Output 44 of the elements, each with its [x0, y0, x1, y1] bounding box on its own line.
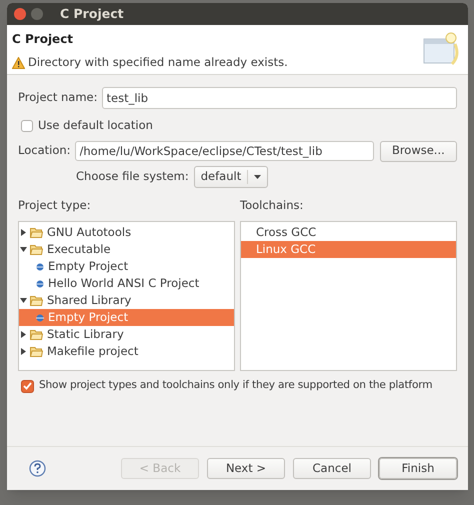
folder-icon — [30, 346, 43, 358]
wizard-button[interactable]: Next > — [207, 458, 285, 479]
tree-item[interactable]: Static Library — [19, 326, 234, 344]
wizard-button[interactable]: Cancel — [293, 458, 371, 479]
bullet-icon — [36, 314, 44, 322]
file-system-dropdown[interactable]: default — [194, 166, 268, 188]
project-name-field[interactable]: test_lib — [102, 87, 457, 109]
window-title: C Project — [60, 4, 124, 23]
folder-icon — [30, 329, 43, 340]
field-label: Choose file system: — [76, 168, 189, 186]
tree-item[interactable]: GNU Autotools — [19, 224, 234, 242]
folder-icon — [30, 295, 43, 306]
section-label: Project type: — [18, 197, 92, 214]
expand-arrow-icon[interactable] — [20, 331, 27, 338]
folder-icon — [30, 227, 43, 238]
location-field[interactable]: /home/lu/WorkSpace/eclipse/CTest/test_lib — [74, 141, 374, 161]
field-label: Project name: — [18, 89, 98, 106]
help-icon[interactable] — [29, 460, 46, 477]
collapse-arrow-icon[interactable] — [20, 246, 27, 254]
warning-message: Directory with specified name already exists. — [28, 54, 288, 71]
bullet-icon — [36, 262, 44, 271]
folder-icon — [30, 244, 43, 256]
checkbox[interactable] — [21, 380, 34, 393]
section-label: Toolchains: — [240, 197, 304, 214]
checkbox[interactable] — [21, 120, 33, 132]
browse-button[interactable]: Browse... — [380, 140, 457, 162]
tree-item[interactable]: Executable — [19, 241, 234, 258]
expand-arrow-icon[interactable] — [20, 229, 27, 236]
expand-arrow-icon[interactable] — [20, 348, 27, 356]
dropdown-caret-icon — [254, 175, 262, 179]
checkbox-label: Show project types and toolchains only if they are supported on the platform — [39, 378, 432, 394]
warning-icon — [12, 56, 25, 69]
wizard-button[interactable]: Finish — [379, 458, 457, 479]
tree-item[interactable]: Hello World ANSI C Project — [19, 275, 234, 292]
tree-item[interactable]: Makefile project — [19, 343, 234, 360]
field-label: Location: — [18, 142, 71, 160]
close-icon[interactable] — [14, 8, 26, 20]
page-title: C Project — [12, 31, 74, 48]
tree-item[interactable]: Empty Project — [19, 258, 234, 276]
bullet-icon — [36, 280, 44, 288]
tree-item[interactable]: Shared Library — [19, 292, 234, 310]
checkbox-label: Use default location — [38, 117, 153, 134]
toolchain-item[interactable]: Cross GCC — [241, 224, 456, 242]
collapse-arrow-icon[interactable] — [20, 297, 27, 304]
